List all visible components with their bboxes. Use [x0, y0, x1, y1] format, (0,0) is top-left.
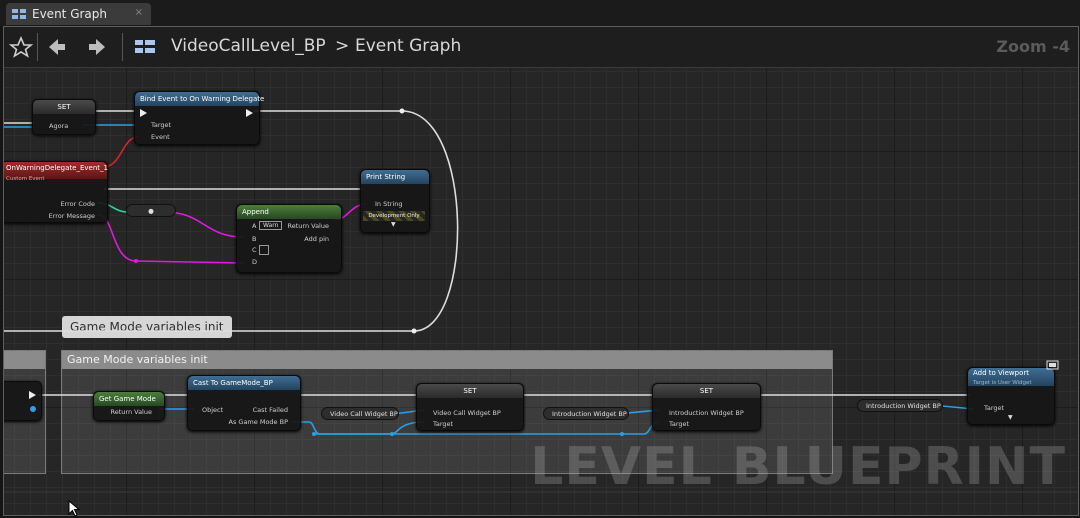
append-node[interactable]: Append A Warn B C D Return Value Add pin — [236, 204, 342, 273]
pin-label: Introduction Widget BP — [669, 409, 744, 417]
pin-label: Error Code — [60, 200, 95, 208]
pin-label: Event — [151, 133, 170, 141]
var-introduction-widget[interactable]: Introduction Widget BP — [543, 407, 629, 420]
pin-label: In String — [375, 200, 403, 208]
monitor-icon — [1046, 360, 1059, 370]
pin-label: D — [252, 258, 258, 266]
bind-event-node[interactable]: Bind Event to On Warning Delegate Target… — [134, 91, 264, 145]
chevron-down-icon[interactable]: ▼ — [391, 221, 396, 228]
pin-label: As Game Mode BP — [228, 418, 288, 426]
pin-label: Return Value — [287, 222, 330, 230]
pin-label: Agora — [49, 122, 69, 130]
pin-label: Cast Failed — [252, 406, 288, 414]
pin-label: Target — [433, 420, 454, 428]
pin-label: Video Call Widget BP — [433, 409, 501, 417]
tab-bar: Event Graph × — [0, 0, 1080, 26]
node-title: Add to Viewport Target is User Widget — [968, 368, 1054, 386]
var-introduction-widget-2[interactable]: Introduction Widget BP — [857, 399, 943, 412]
pin-label: Target — [984, 404, 1005, 412]
pin-label: Object — [202, 406, 224, 414]
set-video-node[interactable]: SET Video Call Widget BP Target — [416, 383, 524, 431]
object-pin[interactable] — [29, 405, 37, 413]
node-title: SET — [33, 100, 95, 114]
node-title: OnWarningDelegate_Event_1 Custom Event — [4, 162, 108, 182]
get-game-mode-node[interactable]: Get Game Mode Return Value — [93, 391, 165, 421]
exec-out-pin[interactable] — [29, 391, 37, 399]
node-title: Append — [237, 205, 341, 219]
append-c-field[interactable] — [259, 245, 269, 255]
exec-out-pin[interactable] — [246, 109, 254, 117]
custom-event-node[interactable]: OnWarningDelegate_Event_1 Custom Event E… — [4, 161, 108, 223]
tab-label: Event Graph — [32, 7, 107, 21]
pin-label: A — [252, 222, 257, 230]
level-blueprint-watermark: LEVEL BLUEPRINT — [530, 437, 1066, 497]
print-string-node[interactable]: Print String In String Development Only … — [360, 169, 430, 233]
append-a-value[interactable]: Warn — [259, 221, 283, 230]
pin-label: Target — [151, 121, 172, 129]
pin-label: Error Message — [48, 212, 95, 220]
event-title: OnWarningDelegate_Event_1 — [6, 164, 108, 172]
node-title: Get Game Mode — [94, 392, 164, 406]
node-title: SET — [653, 384, 760, 398]
close-icon[interactable]: × — [135, 7, 143, 18]
node-title: SET — [417, 384, 523, 398]
set-agora-node[interactable]: SET Agora — [32, 99, 96, 135]
cast-node[interactable]: Cast To GameMode_BP Object Cast Failed A… — [187, 375, 301, 431]
development-only-banner: Development Only — [363, 211, 425, 221]
viewport-title: Add to Viewport — [973, 369, 1029, 377]
event-subtitle: Custom Event — [6, 176, 45, 182]
convert-node[interactable]: ● — [126, 204, 176, 217]
graph-icon — [12, 9, 26, 19]
add-to-viewport-node[interactable]: Add to Viewport Target is User Widget Ta… — [967, 367, 1055, 425]
var-video-call-widget[interactable]: Video Call Widget BP — [321, 407, 399, 420]
set-intro-node[interactable]: SET Introduction Widget BP Target — [652, 383, 761, 431]
exec-in-pin[interactable] — [140, 109, 148, 117]
add-pin-button[interactable]: Add pin — [304, 235, 329, 243]
chevron-down-icon[interactable]: ▼ — [1008, 414, 1013, 421]
node-title: Cast To GameMode_BP — [188, 376, 300, 390]
pin-label: B — [252, 235, 257, 243]
tab-event-graph[interactable]: Event Graph × — [6, 3, 151, 25]
node-title: Bind Event to On Warning Delegate — [135, 92, 264, 106]
pin-label: Target — [669, 420, 690, 428]
cursor-icon — [68, 500, 80, 517]
graph-canvas[interactable]: VideoCallLevel_BP > Event Graph Zoom -4 … — [3, 26, 1079, 516]
pin-label: Return Value — [110, 408, 153, 416]
viewport-subtitle: Target is User Widget — [973, 380, 1032, 386]
partial-node[interactable] — [4, 381, 42, 421]
pin-label: C — [252, 246, 257, 254]
node-title: Print String — [361, 170, 429, 184]
